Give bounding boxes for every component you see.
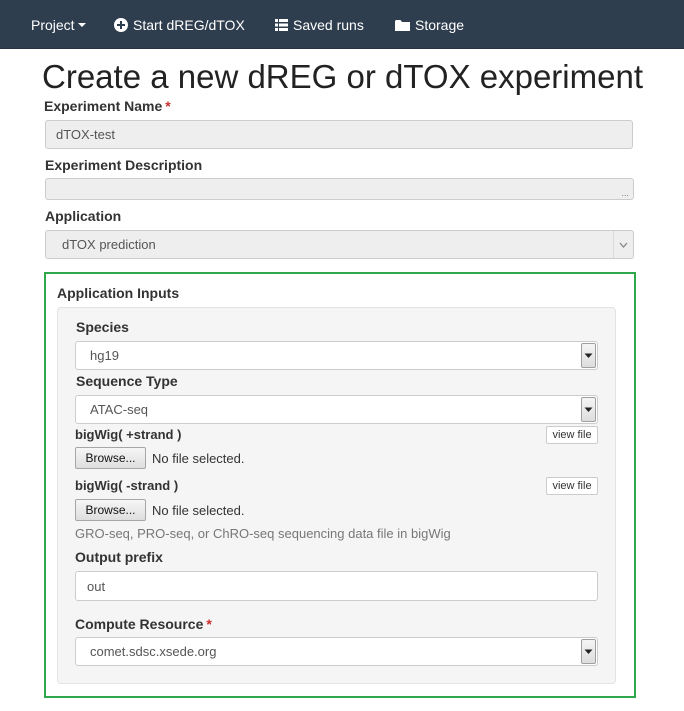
species-label: Species	[76, 319, 129, 335]
species-select[interactable]: hg19	[75, 341, 598, 370]
application-selected-value: dTOX prediction	[62, 237, 156, 252]
plus-circle-icon	[114, 17, 128, 32]
required-mark: *	[206, 616, 212, 632]
nav-start-experiment[interactable]: Start dREG/dTOX	[114, 0, 245, 49]
nav-project-label: Project	[31, 16, 75, 33]
chevron-down-icon[interactable]	[581, 639, 596, 664]
chevron-down-icon[interactable]	[581, 397, 596, 422]
application-inputs-title: Application Inputs	[57, 285, 180, 301]
chevron-down-icon[interactable]	[581, 343, 596, 368]
compute-resource-selected-value: comet.sdsc.xsede.org	[90, 644, 217, 659]
resize-grip-icon[interactable]: ...	[621, 188, 629, 198]
bigwig-plus-file-status: No file selected.	[152, 451, 245, 466]
nav-project-dropdown[interactable]: Project	[31, 0, 86, 49]
experiment-name-label: Experiment Name *	[44, 98, 171, 114]
nav-storage[interactable]: Storage	[395, 0, 464, 49]
experiment-description-textarea[interactable]: ...	[45, 178, 634, 200]
bigwig-minus-file-status: No file selected.	[152, 503, 245, 518]
output-prefix-input[interactable]: out	[75, 571, 598, 601]
output-prefix-label: Output prefix	[75, 549, 163, 565]
bigwig-plus-browse-button[interactable]: Browse...	[75, 447, 146, 469]
top-navbar: Project Start dREG/dTOX Saved runs Stora…	[0, 0, 684, 49]
bigwig-plus-label: bigWig( +strand )	[75, 427, 182, 442]
application-select[interactable]: dTOX prediction	[45, 230, 634, 259]
nav-saved-runs[interactable]: Saved runs	[275, 0, 364, 49]
nav-storage-label: Storage	[415, 16, 465, 33]
sequence-type-label: Sequence Type	[76, 373, 178, 389]
bigwig-minus-view-file-button[interactable]: view file	[546, 477, 598, 495]
experiment-description-label: Experiment Description	[45, 157, 203, 173]
compute-resource-label-text: Compute Resource	[75, 616, 204, 632]
caret-down-icon	[77, 22, 86, 27]
nav-start-label: Start dREG/dTOX	[133, 16, 245, 33]
experiment-name-label-text: Experiment Name	[44, 98, 163, 114]
application-label: Application	[45, 208, 122, 224]
bigwig-minus-browse-button[interactable]: Browse...	[75, 499, 146, 521]
chevron-down-icon	[613, 231, 633, 258]
experiment-name-value: dTOX-test	[56, 127, 116, 142]
experiment-name-input[interactable]: dTOX-test	[45, 120, 633, 149]
nav-saved-runs-label: Saved runs	[293, 16, 364, 33]
output-prefix-value: out	[87, 578, 106, 594]
required-mark: *	[165, 98, 171, 114]
sequence-type-select[interactable]: ATAC-seq	[75, 395, 598, 424]
species-selected-value: hg19	[90, 348, 119, 363]
list-icon	[275, 18, 288, 31]
bigwig-help-text: GRO-seq, PRO-seq, or ChRO-seq sequencing…	[75, 526, 451, 541]
compute-resource-label: Compute Resource *	[75, 616, 212, 632]
compute-resource-select[interactable]: comet.sdsc.xsede.org	[75, 637, 598, 666]
bigwig-minus-label: bigWig( -strand )	[75, 478, 179, 493]
page-title: Create a new dREG or dTOX experiment	[42, 58, 643, 95]
folder-icon	[395, 19, 410, 31]
bigwig-plus-view-file-button[interactable]: view file	[546, 426, 598, 444]
sequence-type-selected-value: ATAC-seq	[90, 402, 149, 417]
